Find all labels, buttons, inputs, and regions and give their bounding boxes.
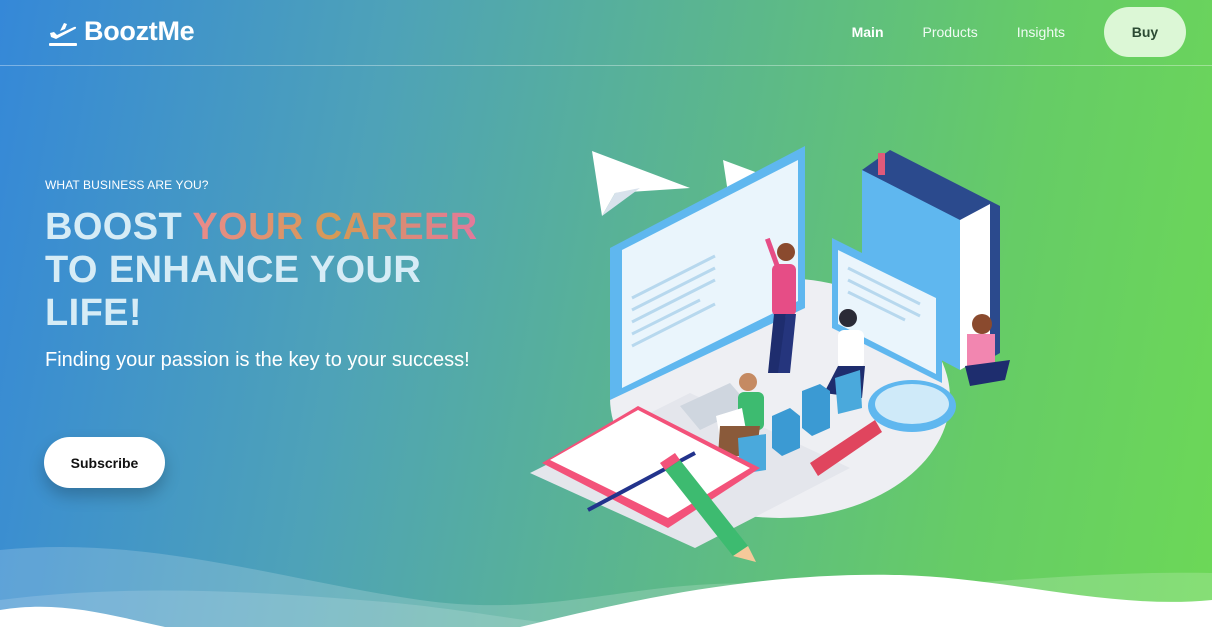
person-standing [777,243,795,261]
main-menu: Main Products Insights Buy [852,7,1186,57]
person-right [972,314,992,334]
paper-plane-icon [592,151,690,216]
nav-link-products[interactable]: Products [923,7,978,57]
isometric-learning-illustration [530,146,1010,562]
hero-headline: BOOST YOUR CAREER TO ENHANCE YOUR LIFE! [45,206,505,335]
brand-name: BooztMe [84,15,195,46]
nav-link-main[interactable]: Main [852,7,884,57]
brand-logo[interactable]: BooztMe [48,14,195,48]
top-navbar: BooztMe Main Products Insights Buy [0,0,1212,66]
nav-link-insights[interactable]: Insights [1017,7,1065,57]
headline-end: TO ENHANCE YOUR LIFE! [45,249,422,334]
headline-start: BOOST [45,206,193,248]
plane-takeoff-icon [49,23,77,46]
buy-button[interactable]: Buy [1104,7,1186,57]
hero-eyebrow: WHAT BUSINESS ARE YOU? [45,178,209,192]
person-sitting [839,309,857,327]
person-reading [739,373,757,391]
bar-pillar [772,408,800,456]
headline-highlight: YOUR CAREER [192,206,478,248]
subscribe-button[interactable]: Subscribe [44,437,165,488]
hero-section: WHAT BUSINESS ARE YOU? BOOST YOUR CAREER… [45,178,505,372]
hero-tagline: Finding your passion is the key to your … [45,349,470,371]
